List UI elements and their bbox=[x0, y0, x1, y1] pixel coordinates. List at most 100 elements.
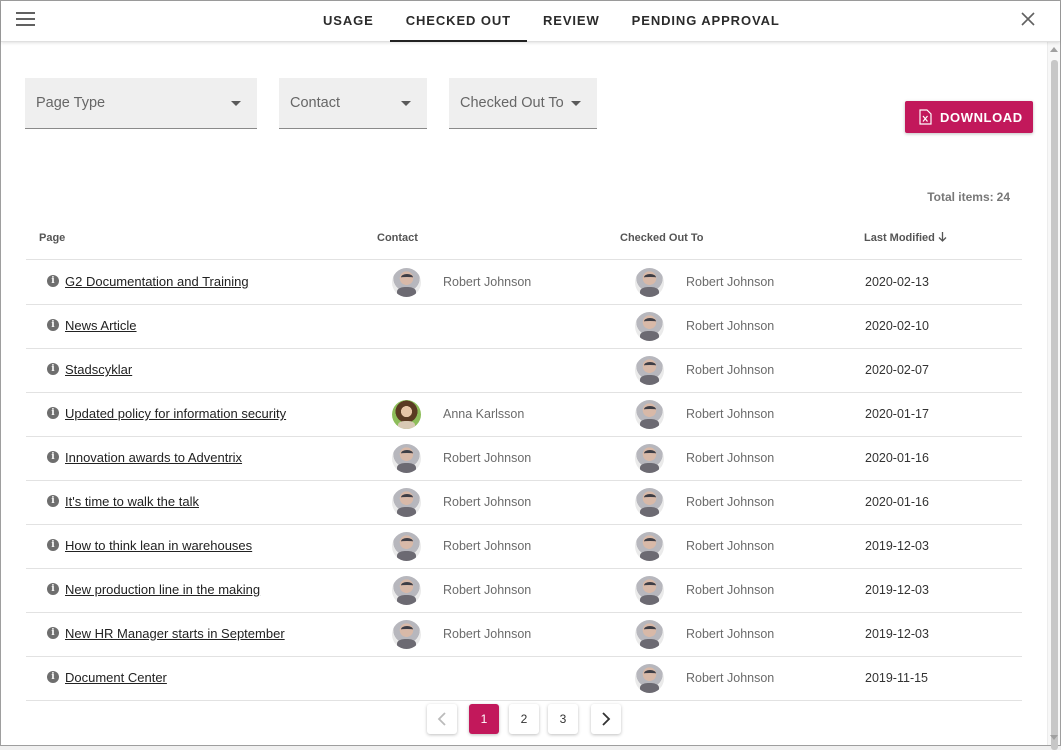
last-modified-date: 2020-02-13 bbox=[865, 275, 929, 289]
checked-out-to-name: Robert Johnson bbox=[686, 539, 775, 553]
contact-avatar bbox=[392, 488, 421, 517]
page-type-filter[interactable]: Page Type bbox=[25, 78, 257, 129]
column-header-checked-out-to[interactable]: Checked Out To bbox=[620, 232, 704, 244]
last-modified-date: 2019-12-03 bbox=[865, 627, 929, 641]
table-header: Page Contact Checked Out To Last Modifie… bbox=[26, 217, 1022, 260]
info-icon[interactable]: i bbox=[47, 539, 59, 551]
contact-name: Robert Johnson bbox=[443, 275, 532, 289]
download-button[interactable]: DOWNLOAD bbox=[905, 101, 1033, 133]
page-link[interactable]: News Article bbox=[65, 318, 137, 333]
checked-out-to-avatar bbox=[635, 312, 664, 341]
checked-out-to-name: Robert Johnson bbox=[686, 671, 775, 685]
last-modified-date: 2020-02-07 bbox=[865, 363, 929, 377]
total-items: Total items: 24 bbox=[924, 190, 1010, 204]
page-type-filter-label: Page Type bbox=[36, 95, 106, 111]
column-header-contact[interactable]: Contact bbox=[377, 232, 418, 244]
sort-descending-arrow-icon bbox=[938, 232, 947, 245]
scroll-up-arrow-icon[interactable] bbox=[1050, 47, 1058, 52]
scroll-down-arrow-icon[interactable] bbox=[1050, 735, 1058, 740]
checked-out-to-name: Robert Johnson bbox=[686, 319, 775, 333]
checked-out-to-avatar bbox=[635, 620, 664, 649]
page-link[interactable]: New HR Manager starts in September bbox=[65, 626, 285, 641]
checked-out-to-avatar bbox=[635, 576, 664, 605]
page-button-2[interactable]: 2 bbox=[509, 704, 539, 734]
checked-out-to-name: Robert Johnson bbox=[686, 451, 775, 465]
page-link[interactable]: New production line in the making bbox=[65, 582, 260, 597]
contact-name: Robert Johnson bbox=[443, 583, 532, 597]
checked-out-to-avatar bbox=[635, 532, 664, 561]
contact-name: Robert Johnson bbox=[443, 451, 532, 465]
page-link[interactable]: Stadscyklar bbox=[65, 362, 132, 377]
page-link[interactable]: G2 Documentation and Training bbox=[65, 274, 249, 289]
table-row: i New production line in the making Robert… bbox=[26, 569, 1022, 613]
page-button-1[interactable]: 1 bbox=[469, 704, 499, 734]
next-page-button[interactable] bbox=[591, 704, 621, 734]
dropdown-caret-icon bbox=[231, 101, 241, 106]
checked-out-to-filter-label: Checked Out To bbox=[460, 95, 564, 111]
checked-out-to-name: Robert Johnson bbox=[686, 363, 775, 377]
page-link[interactable]: It's time to walk the talk bbox=[65, 494, 199, 509]
contact-filter-label: Contact bbox=[290, 95, 340, 111]
page-link[interactable]: Document Center bbox=[65, 670, 167, 685]
table-row: i Updated policy for information security… bbox=[26, 393, 1022, 437]
tab-usage[interactable]: USAGE bbox=[307, 1, 390, 42]
previous-page-button[interactable] bbox=[427, 704, 457, 734]
total-items-count: 24 bbox=[996, 190, 1010, 204]
checked-out-to-avatar bbox=[635, 268, 664, 297]
contact-name: Robert Johnson bbox=[443, 495, 532, 509]
page-link[interactable]: How to think lean in warehouses bbox=[65, 538, 252, 553]
checked-out-to-avatar bbox=[635, 488, 664, 517]
table-row: i G2 Documentation and Training Robert Joh… bbox=[26, 261, 1022, 305]
column-header-last-modified[interactable]: Last Modified bbox=[864, 232, 947, 245]
page-link[interactable]: Innovation awards to Adventrix bbox=[65, 450, 242, 465]
table-row: i Stadscyklar Robert Johnson 2020-02-07 bbox=[26, 349, 1022, 393]
info-icon[interactable]: i bbox=[47, 363, 59, 375]
contact-name: Anna Karlsson bbox=[443, 407, 525, 421]
excel-file-icon bbox=[919, 109, 932, 130]
info-icon[interactable]: i bbox=[47, 627, 59, 639]
checked-out-to-avatar bbox=[635, 356, 664, 385]
info-icon[interactable]: i bbox=[47, 451, 59, 463]
contact-avatar bbox=[392, 444, 421, 473]
checked-out-to-avatar bbox=[635, 444, 664, 473]
column-header-last-modified-label: Last Modified bbox=[864, 232, 935, 244]
info-icon[interactable]: i bbox=[47, 583, 59, 595]
checked-out-to-name: Robert Johnson bbox=[686, 583, 775, 597]
checked-out-to-name: Robert Johnson bbox=[686, 275, 775, 289]
checked-out-to-name: Robert Johnson bbox=[686, 407, 775, 421]
contact-filter[interactable]: Contact bbox=[279, 78, 427, 129]
contact-avatar bbox=[392, 400, 421, 429]
tab-review[interactable]: REVIEW bbox=[527, 1, 616, 42]
info-icon[interactable]: i bbox=[47, 319, 59, 331]
checked-out-to-filter[interactable]: Checked Out To bbox=[449, 78, 597, 129]
checked-out-to-avatar bbox=[635, 400, 664, 429]
contact-avatar bbox=[392, 532, 421, 561]
scrollbar-thumb[interactable] bbox=[1051, 60, 1058, 750]
contact-avatar bbox=[392, 576, 421, 605]
last-modified-date: 2019-12-03 bbox=[865, 539, 929, 553]
table-row: i How to think lean in warehouses Robert J… bbox=[26, 525, 1022, 569]
table-row: i It's time to walk the talk Robert Johnso… bbox=[26, 481, 1022, 525]
contact-avatar bbox=[392, 268, 421, 297]
page-link[interactable]: Updated policy for information security bbox=[65, 406, 286, 421]
chevron-right-icon bbox=[602, 712, 611, 726]
info-icon[interactable]: i bbox=[47, 407, 59, 419]
last-modified-date: 2020-01-16 bbox=[865, 451, 929, 465]
tab-checked-out[interactable]: CHECKED OUT bbox=[389, 1, 527, 42]
download-label: DOWNLOAD bbox=[940, 110, 1023, 125]
info-icon[interactable]: i bbox=[47, 495, 59, 507]
column-header-page[interactable]: Page bbox=[39, 232, 65, 244]
page-button-3[interactable]: 3 bbox=[548, 704, 578, 734]
checked-out-to-name: Robert Johnson bbox=[686, 495, 775, 509]
checked-out-to-name: Robert Johnson bbox=[686, 627, 775, 641]
hamburger-menu-icon[interactable] bbox=[16, 12, 35, 28]
vertical-scrollbar[interactable] bbox=[1047, 42, 1060, 750]
table-row: i News Article Robert Johnson 2020-02-10 bbox=[26, 305, 1022, 349]
last-modified-date: 2020-01-16 bbox=[865, 495, 929, 509]
last-modified-date: 2020-02-10 bbox=[865, 319, 929, 333]
info-icon[interactable]: i bbox=[47, 671, 59, 683]
tab-pending-approval[interactable]: PENDING APPROVAL bbox=[616, 1, 796, 42]
close-icon[interactable] bbox=[1020, 11, 1036, 27]
info-icon[interactable]: i bbox=[47, 275, 59, 287]
table-row: i Document Center Robert Johnson 2019-11-15 bbox=[26, 657, 1022, 701]
